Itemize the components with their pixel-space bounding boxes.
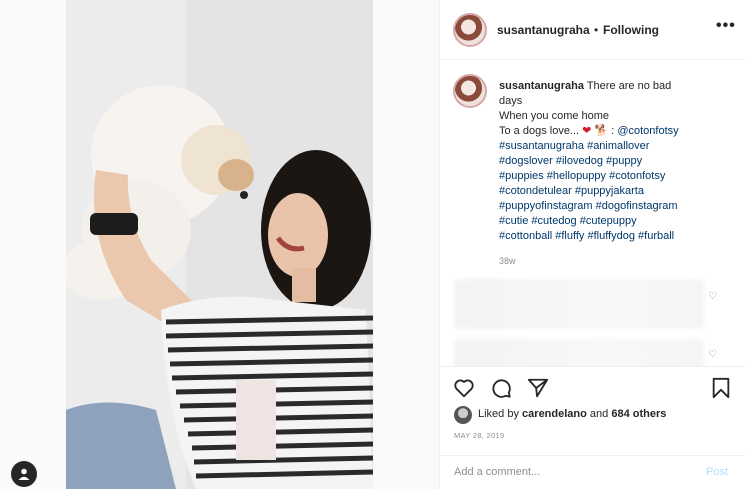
red-heart-emoji-icon: ❤ bbox=[582, 125, 592, 137]
blurred-comment bbox=[454, 279, 704, 329]
user-avatar-icon[interactable] bbox=[11, 461, 37, 487]
comment-icon[interactable] bbox=[490, 377, 512, 399]
following-button[interactable]: Following bbox=[603, 23, 659, 37]
comments-section: susantanugraha There are no bad days Whe… bbox=[440, 61, 745, 366]
liker-avatar[interactable] bbox=[454, 406, 472, 424]
bookmark-icon[interactable] bbox=[710, 377, 732, 399]
hashtag-line[interactable]: #puppies #hellopuppy #cotonfotsy bbox=[499, 169, 734, 184]
hashtag-line[interactable]: #susantanugraha #animallover bbox=[499, 139, 734, 154]
photo-illustration bbox=[66, 0, 373, 489]
comment-like-icon[interactable]: ♡ bbox=[708, 349, 717, 360]
caption-username[interactable]: susantanugraha bbox=[499, 80, 584, 92]
post-header: susantanugraha • Following ••• bbox=[440, 0, 745, 60]
hashtag-line[interactable]: #cottonball #fluffy #fluffydog #furball bbox=[499, 229, 734, 244]
heart-icon[interactable] bbox=[453, 377, 475, 399]
likes-summary: Liked by carendelano and 684 others bbox=[478, 408, 666, 420]
blurred-comment bbox=[454, 339, 704, 366]
hashtag-line[interactable]: #dogslover #ilovedog #puppy bbox=[499, 154, 734, 169]
likes-count[interactable]: 684 others bbox=[611, 408, 666, 420]
hashtag-line[interactable]: #puppyofinstagram #dogofinstagram bbox=[499, 199, 734, 214]
caption-line: When you come home bbox=[499, 110, 610, 122]
post-caption: susantanugraha There are no bad days Whe… bbox=[499, 79, 734, 244]
post-comment-button[interactable]: Post bbox=[706, 466, 728, 478]
author-avatar[interactable] bbox=[453, 13, 487, 47]
caption-colon: : bbox=[611, 125, 615, 137]
add-comment-bar: Post bbox=[440, 455, 745, 489]
more-options-icon[interactable]: ••• bbox=[716, 17, 736, 35]
dog-emoji-icon: 🐕 bbox=[594, 125, 609, 137]
post-photo[interactable] bbox=[66, 0, 373, 489]
caption-line: days bbox=[499, 95, 523, 107]
paper-plane-icon[interactable] bbox=[527, 377, 549, 399]
likes-connector: and bbox=[589, 408, 609, 420]
right-margin bbox=[373, 0, 439, 489]
author-username[interactable]: susantanugraha bbox=[497, 23, 590, 37]
caption-line: There are no bad bbox=[586, 80, 672, 92]
caption-author-avatar[interactable] bbox=[453, 74, 487, 108]
post-date[interactable]: MAY 28, 2019 bbox=[454, 431, 504, 440]
left-margin bbox=[0, 0, 66, 489]
hashtag-line[interactable]: #cotondetulear #puppyjakarta bbox=[499, 184, 734, 199]
caption-line: To a dogs love... bbox=[499, 125, 580, 137]
person-icon bbox=[18, 468, 30, 480]
post-details-panel: susantanugraha • Following ••• susantanu… bbox=[439, 0, 745, 489]
mention-link[interactable]: @cotonfotsy bbox=[617, 125, 678, 137]
separator-dot: • bbox=[594, 23, 599, 37]
likes-prefix: Liked by bbox=[478, 408, 519, 420]
comment-input[interactable] bbox=[454, 466, 684, 478]
caption-age: 38w bbox=[499, 256, 516, 266]
post-actions: Liked by carendelano and 684 others MAY … bbox=[440, 366, 745, 461]
liker-username[interactable]: carendelano bbox=[522, 408, 587, 420]
hashtag-line[interactable]: #cutie #cutedog #cutepuppy bbox=[499, 214, 734, 229]
comment-like-icon[interactable]: ♡ bbox=[708, 291, 717, 302]
